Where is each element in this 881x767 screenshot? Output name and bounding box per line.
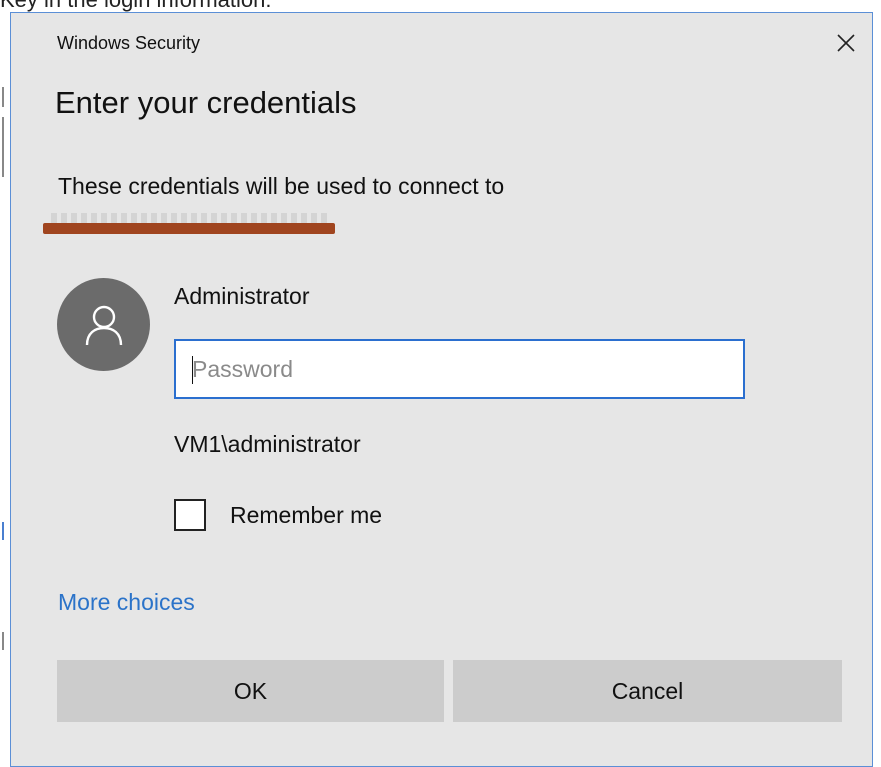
background-window-edge-right bbox=[873, 12, 881, 767]
remember-me-label[interactable]: Remember me bbox=[230, 502, 382, 529]
windows-security-dialog: Windows Security Enter your credentials … bbox=[10, 12, 873, 767]
cancel-button[interactable]: Cancel bbox=[453, 660, 842, 722]
remember-me-checkbox[interactable] bbox=[174, 499, 206, 531]
dialog-window-title: Windows Security bbox=[57, 33, 201, 53]
close-button[interactable] bbox=[826, 25, 866, 61]
close-icon bbox=[837, 34, 855, 52]
user-icon bbox=[85, 305, 122, 345]
remember-me-option[interactable]: Remember me bbox=[174, 499, 382, 531]
password-input[interactable] bbox=[174, 339, 745, 399]
account-username: Administrator bbox=[174, 283, 310, 309]
text-caret bbox=[192, 356, 193, 384]
connection-description: These credentials will be used to connec… bbox=[58, 173, 505, 199]
more-choices-link[interactable]: More choices bbox=[58, 589, 195, 616]
user-avatar bbox=[57, 278, 150, 371]
redaction-mark bbox=[43, 223, 335, 234]
background-window-edge-left bbox=[0, 12, 10, 767]
domain-username: VM1\administrator bbox=[174, 431, 361, 457]
ok-button[interactable]: OK bbox=[57, 660, 444, 722]
dialog-heading: Enter your credentials bbox=[55, 85, 357, 120]
redacted-hostname-text bbox=[51, 213, 331, 223]
